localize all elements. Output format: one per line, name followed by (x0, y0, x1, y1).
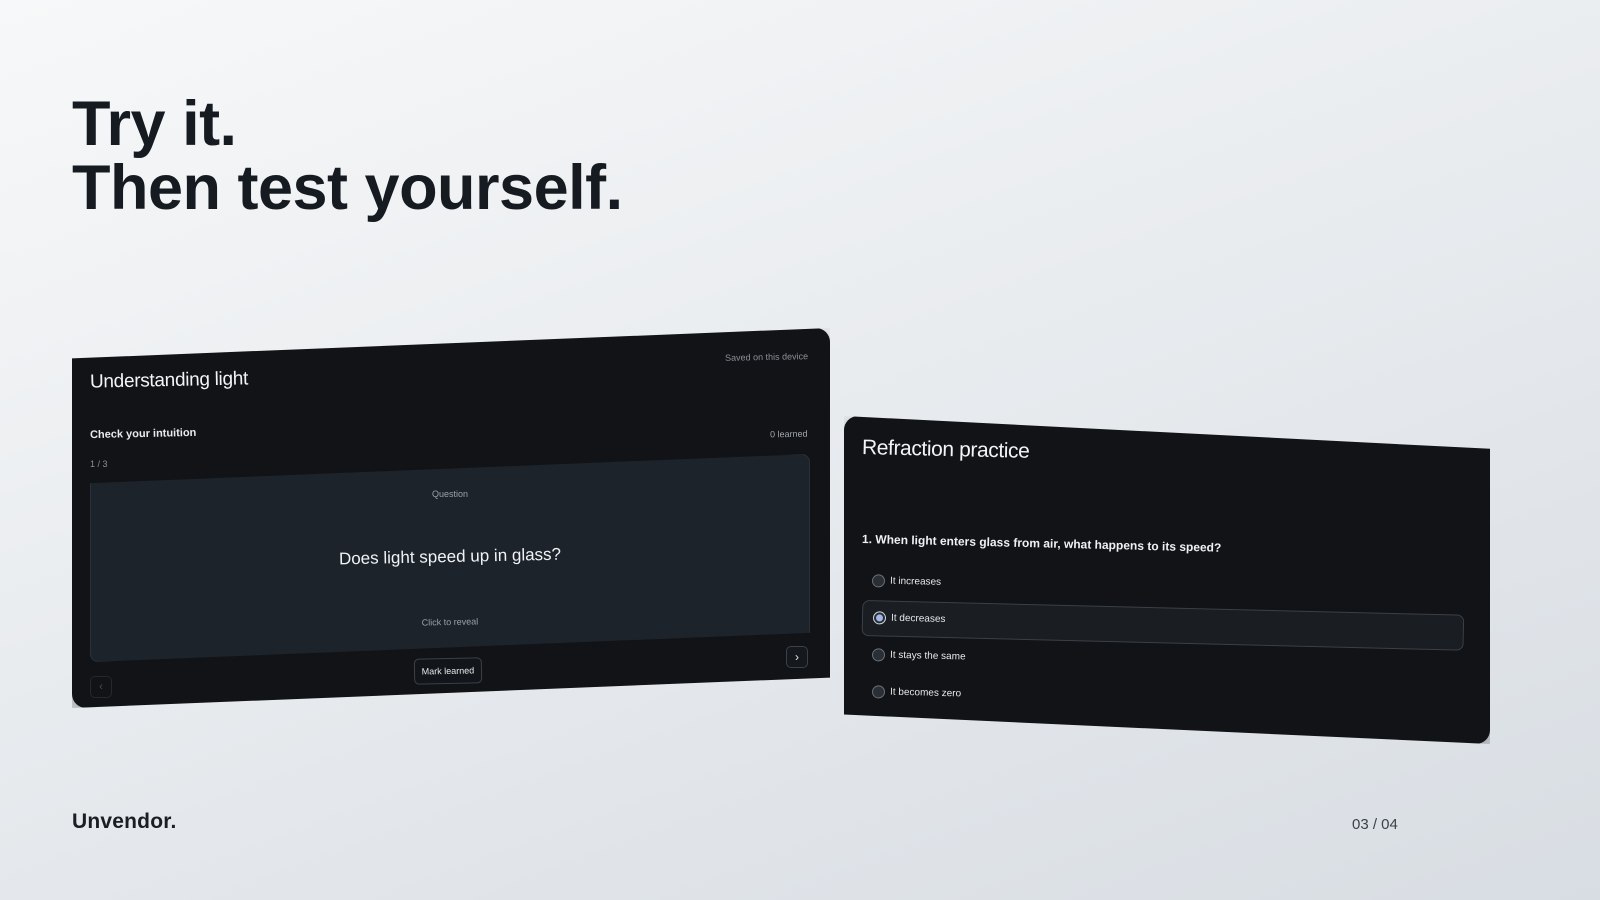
learned-counter: 0 learned (770, 428, 809, 440)
radio-icon[interactable] (871, 685, 886, 699)
section-label: Check your intuition (89, 426, 197, 442)
headline-line-1: Try it. (72, 89, 237, 159)
flashcard[interactable]: Question Does light speed up in glass? C… (90, 454, 810, 662)
radio-selected-icon[interactable] (872, 611, 887, 625)
slide-headline: Try it. Then test yourself. (72, 92, 623, 220)
card-position: 1 / 3 (90, 459, 108, 469)
flashcard-app-stage: Understanding light Saved on this device… (72, 328, 830, 708)
quiz-option-label: It increases (889, 575, 942, 588)
card-title: Understanding light (89, 368, 249, 393)
quiz-app-card: Refraction practice 1. When light enters… (844, 416, 1490, 744)
flashcard-side-label: Question (431, 489, 469, 499)
reveal-hint: Click to reveal (421, 616, 479, 628)
brand-logo: Unvendor. (72, 810, 177, 833)
quiz-option-label: It decreases (890, 612, 946, 626)
flashcard-question: Does light speed up in glass? (338, 544, 562, 569)
quiz-title: Refraction practice (861, 436, 1030, 463)
slide-counter: 03 / 04 (1352, 816, 1398, 833)
flashcard-app-card: Understanding light Saved on this device… (72, 328, 830, 708)
quiz-question: 1. When light enters glass from air, wha… (861, 532, 1222, 555)
quiz-option-label: It becomes zero (889, 686, 962, 700)
radio-icon[interactable] (871, 574, 886, 588)
chevron-left-icon: ‹ (99, 681, 103, 693)
radio-icon[interactable] (871, 648, 886, 662)
quiz-option-label: It stays the same (889, 649, 966, 663)
mark-learned-button[interactable]: Mark learned (413, 657, 483, 685)
previous-card-button[interactable]: ‹ (90, 676, 112, 698)
headline-line-2: Then test yourself. (72, 153, 623, 223)
next-card-button[interactable]: › (786, 646, 808, 668)
chevron-right-icon: › (795, 650, 799, 664)
save-status: Saved on this device (724, 351, 809, 363)
